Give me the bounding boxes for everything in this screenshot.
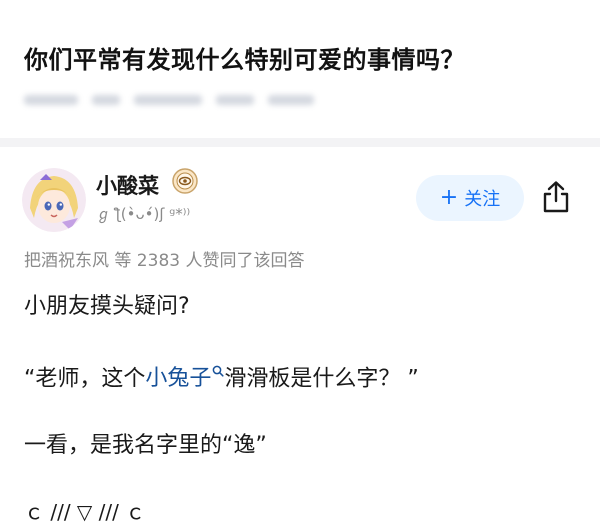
author-name[interactable]: 小酸菜 — [96, 170, 159, 200]
answer-paragraph-3: 一看，是我名字里的“逸” — [24, 433, 267, 458]
search-mini-icon — [212, 358, 224, 377]
answer-paragraph-4: ｃ /// ▽ /// ｃ — [24, 500, 146, 524]
paragraph-2-text-after: 滑滑板是什么字？ ” — [224, 366, 419, 392]
question-title[interactable]: 你们平常有发现什么特别可爱的事情吗？ — [24, 40, 465, 75]
plus-icon: + — [439, 185, 459, 210]
section-divider — [0, 138, 600, 147]
eye-badge-icon — [172, 168, 198, 194]
keyword-search-link[interactable]: 小兔子 — [145, 365, 224, 392]
follow-button[interactable]: + 关注 — [416, 175, 524, 221]
avatar[interactable] — [22, 168, 86, 232]
blurred-question-meta — [24, 92, 314, 108]
paragraph-2-text-before: “老师，这个 — [24, 366, 146, 392]
keyword-link-text: 小兔子 — [145, 366, 212, 392]
share-icon[interactable] — [540, 180, 572, 214]
author-signature: ℊ ƪ(•̀ᴗ•́)ʃ ᵍ*⁾⁾ — [96, 205, 191, 223]
likes-count-line: 把酒祝东风 等 2383 人赞同了该回答 — [24, 251, 305, 271]
answer-paragraph-2: “老师，这个小兔子 滑滑板是什么字？ ” — [24, 358, 419, 392]
answer-paragraph-1: 小朋友摸头疑问? — [24, 294, 190, 319]
follow-label: 关注 — [464, 189, 501, 210]
